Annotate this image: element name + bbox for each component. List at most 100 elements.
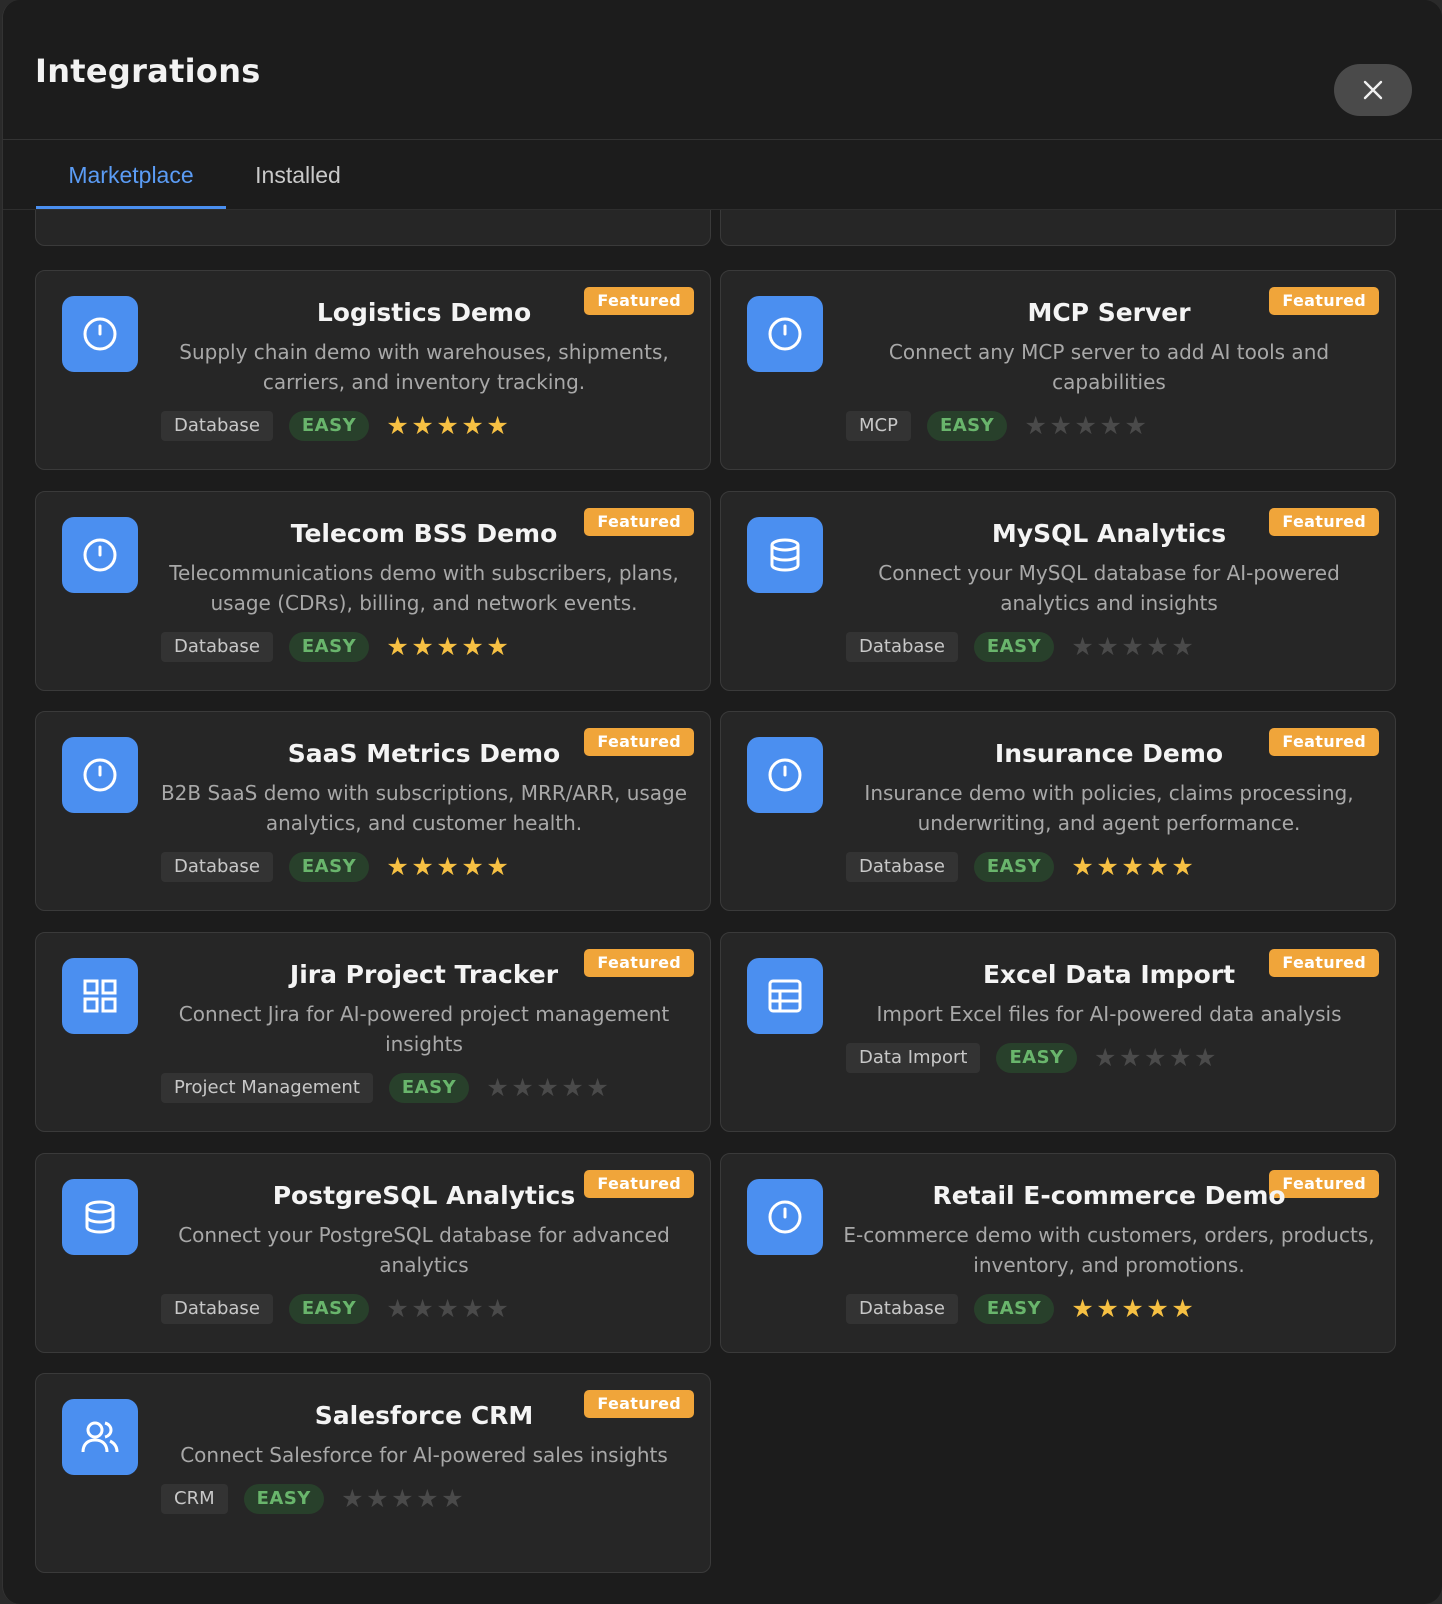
- star-rating[interactable]: ★ ★ ★ ★ ★: [385, 632, 510, 662]
- integration-card[interactable]: Featured Logistics Demo Supply chain demo …: [35, 270, 711, 470]
- star-icon[interactable]: ★: [340, 1484, 365, 1514]
- star-icon[interactable]: ★: [1048, 411, 1073, 441]
- star-icon[interactable]: ★: [485, 1294, 510, 1324]
- database-icon: [85, 1200, 115, 1234]
- star-icon[interactable]: ★: [460, 632, 485, 662]
- star-icon[interactable]: ★: [510, 1073, 535, 1103]
- card-meta: Database EASY ★ ★ ★ ★ ★: [846, 632, 1195, 662]
- integration-card[interactable]: Featured Insurance Demo Insurance demo wit…: [720, 711, 1396, 911]
- star-icon[interactable]: ★: [1170, 632, 1195, 662]
- star-icon[interactable]: ★: [435, 1294, 460, 1324]
- star-icon[interactable]: ★: [1120, 852, 1145, 882]
- star-icon[interactable]: ★: [460, 411, 485, 441]
- tab-marketplace[interactable]: Marketplace: [36, 140, 226, 210]
- star-icon[interactable]: ★: [385, 1294, 410, 1324]
- integration-icon: [747, 517, 823, 593]
- card-body: SaaS Metrics Demo B2B SaaS demo with subs…: [156, 736, 692, 838]
- star-icon[interactable]: ★: [385, 632, 410, 662]
- star-rating[interactable]: ★ ★ ★ ★ ★: [1070, 852, 1195, 882]
- integration-card[interactable]: Featured Retail E-commerce Demo E-commerce…: [720, 1153, 1396, 1353]
- star-rating[interactable]: ★ ★ ★ ★ ★: [340, 1484, 465, 1514]
- close-icon: [1363, 80, 1383, 100]
- star-rating[interactable]: ★ ★ ★ ★ ★: [485, 1073, 610, 1103]
- star-icon[interactable]: ★: [1070, 852, 1095, 882]
- category-tag: MCP: [846, 411, 911, 441]
- star-icon[interactable]: ★: [435, 852, 460, 882]
- card-title: PostgreSQL Analytics: [272, 1181, 576, 1210]
- star-icon[interactable]: ★: [385, 411, 410, 441]
- card-body: PostgreSQL Analytics Connect your Postgre…: [156, 1178, 692, 1280]
- star-icon[interactable]: ★: [440, 1484, 465, 1514]
- star-icon[interactable]: ★: [1093, 1043, 1118, 1073]
- star-rating[interactable]: ★ ★ ★ ★ ★: [1070, 632, 1195, 662]
- star-icon[interactable]: ★: [1120, 632, 1145, 662]
- star-rating[interactable]: ★ ★ ★ ★ ★: [385, 852, 510, 882]
- star-icon[interactable]: ★: [1145, 852, 1170, 882]
- star-icon[interactable]: ★: [1095, 632, 1120, 662]
- card-description: Insurance demo with policies, claims pro…: [864, 781, 1354, 835]
- star-icon[interactable]: ★: [485, 411, 510, 441]
- star-icon[interactable]: ★: [1095, 1294, 1120, 1324]
- integration-card[interactable]: Featured Salesforce CRM Connect Salesforce…: [35, 1373, 711, 1573]
- star-icon[interactable]: ★: [1023, 411, 1048, 441]
- star-rating[interactable]: ★ ★ ★ ★ ★: [1023, 411, 1148, 441]
- star-icon[interactable]: ★: [1095, 852, 1120, 882]
- card-meta: Database EASY ★ ★ ★ ★ ★: [161, 852, 510, 882]
- star-icon[interactable]: ★: [1145, 1294, 1170, 1324]
- integration-card[interactable]: DatabaseEASY★★★★★: [35, 210, 711, 246]
- integration-card[interactable]: DatabaseEASY★★★★★: [720, 210, 1396, 246]
- star-icon[interactable]: ★: [1098, 411, 1123, 441]
- tab-installed[interactable]: Installed: [239, 140, 357, 210]
- star-icon[interactable]: ★: [1118, 1043, 1143, 1073]
- power-icon: [768, 317, 802, 351]
- star-icon[interactable]: ★: [535, 1073, 560, 1103]
- star-icon[interactable]: ★: [1120, 1294, 1145, 1324]
- star-icon[interactable]: ★: [585, 1073, 610, 1103]
- star-icon[interactable]: ★: [485, 1073, 510, 1103]
- star-icon[interactable]: ★: [1170, 852, 1195, 882]
- star-icon[interactable]: ★: [460, 1294, 485, 1324]
- star-icon[interactable]: ★: [1143, 1043, 1168, 1073]
- integration-list[interactable]: DatabaseEASY★★★★★DatabaseEASY★★★★★Featur…: [3, 210, 1442, 1604]
- star-icon[interactable]: ★: [410, 1294, 435, 1324]
- star-icon[interactable]: ★: [1168, 1043, 1193, 1073]
- star-icon[interactable]: ★: [1073, 411, 1098, 441]
- star-rating[interactable]: ★ ★ ★ ★ ★: [385, 411, 510, 441]
- star-icon[interactable]: ★: [1145, 632, 1170, 662]
- star-icon[interactable]: ★: [410, 852, 435, 882]
- integration-card[interactable]: Featured MCP Server Connect any MCP server…: [720, 270, 1396, 470]
- star-icon[interactable]: ★: [410, 411, 435, 441]
- difficulty-badge: EASY: [288, 1294, 370, 1324]
- star-icon[interactable]: ★: [390, 1484, 415, 1514]
- star-icon[interactable]: ★: [485, 632, 510, 662]
- star-rating[interactable]: ★ ★ ★ ★ ★: [1070, 1294, 1195, 1324]
- star-icon[interactable]: ★: [1170, 1294, 1195, 1324]
- star-icon[interactable]: ★: [460, 852, 485, 882]
- integration-card[interactable]: Featured Excel Data Import Import Excel fi…: [720, 932, 1396, 1132]
- integration-card[interactable]: Featured PostgreSQL Analytics Connect your…: [35, 1153, 711, 1353]
- power-icon: [83, 758, 117, 792]
- star-icon[interactable]: ★: [1193, 1043, 1218, 1073]
- star-icon[interactable]: ★: [435, 411, 460, 441]
- star-rating[interactable]: ★ ★ ★ ★ ★: [1093, 1043, 1218, 1073]
- star-icon[interactable]: ★: [485, 852, 510, 882]
- card-description: Telecommunications demo with subscribers…: [169, 561, 679, 615]
- close-button[interactable]: [1334, 64, 1412, 116]
- star-icon[interactable]: ★: [1070, 1294, 1095, 1324]
- integration-card[interactable]: Featured Jira Project Tracker Connect Jira…: [35, 932, 711, 1132]
- card-description: Import Excel files for AI-powered data a…: [876, 1002, 1342, 1026]
- integration-card[interactable]: Featured Telecom BSS Demo Telecommunicatio…: [35, 491, 711, 691]
- star-icon[interactable]: ★: [560, 1073, 585, 1103]
- integration-card[interactable]: Featured MySQL Analytics Connect your MySQ…: [720, 491, 1396, 691]
- star-icon[interactable]: ★: [435, 632, 460, 662]
- star-icon[interactable]: ★: [1123, 411, 1148, 441]
- star-icon[interactable]: ★: [1070, 632, 1095, 662]
- star-rating[interactable]: ★ ★ ★ ★ ★: [385, 1294, 510, 1324]
- star-icon[interactable]: ★: [385, 852, 410, 882]
- card-title: Telecom BSS Demo: [290, 519, 558, 548]
- star-icon[interactable]: ★: [365, 1484, 390, 1514]
- integration-card[interactable]: Featured SaaS Metrics Demo B2B SaaS demo w…: [35, 711, 711, 911]
- difficulty-badge: EASY: [973, 632, 1055, 662]
- star-icon[interactable]: ★: [415, 1484, 440, 1514]
- star-icon[interactable]: ★: [410, 632, 435, 662]
